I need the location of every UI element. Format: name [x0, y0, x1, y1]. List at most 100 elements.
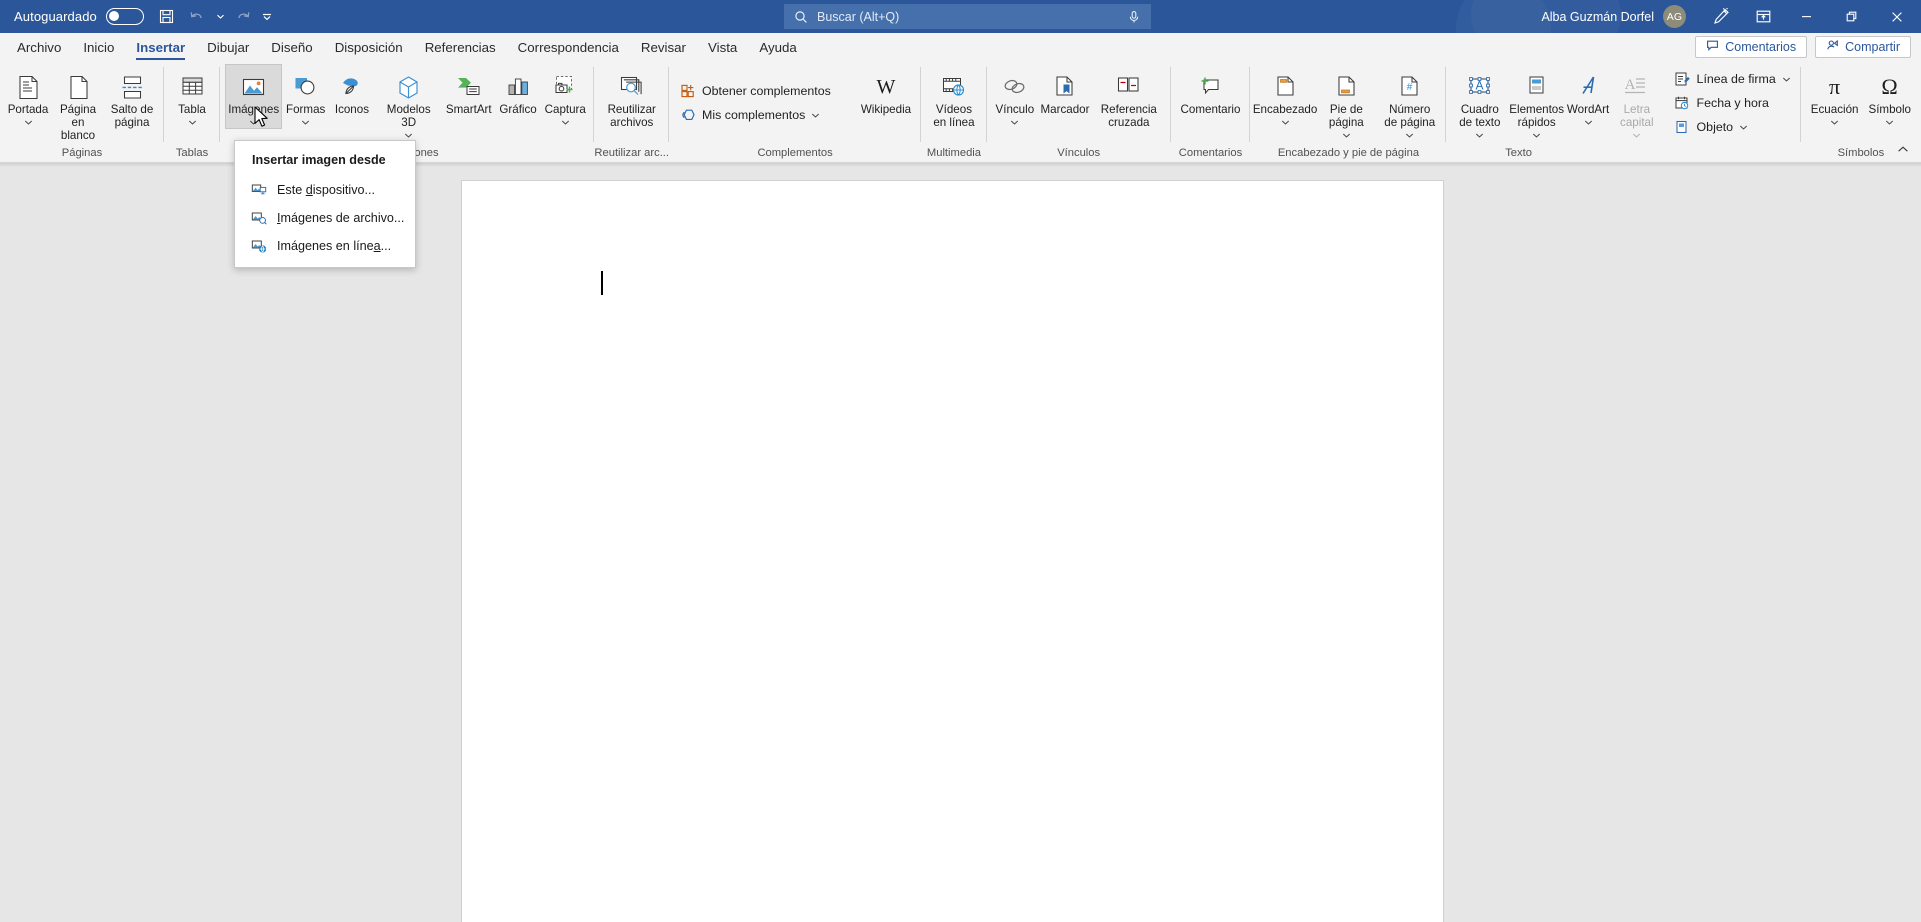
online-video-icon	[939, 68, 968, 102]
elementos-rapidos-label: Elementos rápidos	[1509, 103, 1565, 130]
autosave-toggle[interactable]: Autoguardado	[10, 4, 152, 30]
save-icon[interactable]	[152, 3, 182, 31]
linea-de-firma-chevron-down-icon[interactable]	[1782, 72, 1791, 86]
portada-chevron-down-icon[interactable]	[24, 117, 33, 128]
equation-icon: π	[1820, 68, 1849, 102]
modelos-3d-button[interactable]: Modelos 3D	[375, 64, 443, 142]
encabezado-chevron-down-icon[interactable]	[1281, 117, 1290, 128]
vinculo-button[interactable]: Vínculo	[992, 64, 1038, 129]
qat-more-chevron-down-icon[interactable]	[259, 11, 276, 23]
cuadro-de-texto-button[interactable]: A Cuadro de texto	[1451, 64, 1508, 142]
iconos-button[interactable]: Iconos	[329, 64, 375, 117]
comments-button[interactable]: Comentarios	[1695, 36, 1808, 58]
ribbon-group-vinculos: Vínculo Marcador Referencia cruzada Vínc…	[987, 61, 1171, 162]
salto-de-pagina-button[interactable]: Salto de página	[105, 64, 159, 130]
marcador-button[interactable]: Marcador	[1038, 64, 1092, 117]
formas-chevron-down-icon[interactable]	[301, 117, 310, 128]
tab-vista[interactable]: Vista	[697, 33, 748, 61]
undo-chevron-down-icon[interactable]	[212, 12, 229, 21]
picture-stock-icon	[251, 210, 267, 226]
menu-item-imagenes-de-archivo[interactable]: Imágenes de archivo...	[235, 204, 415, 232]
tab-correspondencia[interactable]: Correspondencia	[507, 33, 630, 61]
numero-de-pagina-chevron-down-icon[interactable]	[1405, 130, 1414, 141]
tab-inicio[interactable]: Inicio	[72, 33, 125, 61]
tab-disposicion[interactable]: Disposición	[324, 33, 414, 61]
elementos-rapidos-button[interactable]: Elementos rápidos	[1508, 64, 1565, 142]
document-canvas[interactable]	[0, 163, 1921, 922]
imagenes-button[interactable]: Imágenes	[225, 64, 283, 130]
encabezado-button[interactable]: Encabezado	[1253, 64, 1317, 129]
simbolo-chevron-down-icon[interactable]	[1885, 117, 1894, 128]
autosave-switch[interactable]	[105, 8, 144, 25]
elementos-rapidos-chevron-down-icon[interactable]	[1532, 130, 1541, 141]
smartart-button[interactable]: SmartArt	[443, 64, 496, 117]
imagenes-chevron-down-icon[interactable]	[249, 117, 258, 128]
document-page[interactable]	[461, 180, 1444, 922]
tabla-button[interactable]: Tabla	[169, 64, 215, 129]
restore-icon[interactable]	[1829, 0, 1874, 33]
menu-item-imagenes-en-linea[interactable]: Imágenes en línea...	[235, 232, 415, 260]
group-label-reutilizar: Reutilizar arc...	[594, 147, 670, 159]
tab-revisar[interactable]: Revisar	[630, 33, 697, 61]
simbolo-label: Símbolo	[1868, 103, 1911, 116]
ecuacion-chevron-down-icon[interactable]	[1830, 117, 1839, 128]
formas-button[interactable]: Formas	[282, 64, 329, 129]
letra-capital-button[interactable]: A Letra capital	[1611, 64, 1662, 142]
tab-insertar[interactable]: Insertar	[125, 33, 196, 61]
vinculo-chevron-down-icon[interactable]	[1010, 117, 1019, 128]
tab-archivo[interactable]: Archivo	[6, 33, 72, 61]
tabla-label: Tabla	[178, 103, 206, 116]
close-icon[interactable]	[1874, 0, 1919, 33]
referencia-cruzada-button[interactable]: Referencia cruzada	[1092, 64, 1165, 130]
ecuacion-button[interactable]: π Ecuación	[1806, 64, 1864, 129]
pie-de-pagina-chevron-down-icon[interactable]	[1342, 130, 1351, 141]
search-box[interactable]	[784, 4, 1151, 29]
grafico-button[interactable]: Gráfico	[495, 64, 541, 117]
share-button[interactable]: Compartir	[1815, 36, 1911, 58]
pie-de-pagina-button[interactable]: Pie de página	[1315, 64, 1378, 142]
header-icon	[1271, 68, 1300, 102]
mis-complementos-button[interactable]: Mis complementos	[674, 103, 836, 127]
wikipedia-label: Wikipedia	[860, 103, 912, 116]
comentario-button[interactable]: Comentario	[1176, 64, 1246, 117]
objeto-button[interactable]: Objeto	[1669, 115, 1796, 139]
collapse-ribbon-button[interactable]	[1893, 140, 1913, 158]
captura-button[interactable]: Captura	[541, 64, 589, 129]
letra-capital-chevron-down-icon[interactable]	[1632, 130, 1641, 141]
undo-icon[interactable]	[182, 3, 212, 31]
wordart-chevron-down-icon[interactable]	[1584, 117, 1593, 128]
microphone-icon[interactable]	[1127, 10, 1141, 24]
tab-diseno[interactable]: Diseño	[260, 33, 323, 61]
tabla-chevron-down-icon[interactable]	[188, 117, 197, 128]
page-break-icon	[118, 68, 147, 102]
menu-item-este-dispositivo[interactable]: Este dispositivo...	[235, 176, 415, 204]
wikipedia-button[interactable]: W Wikipedia	[856, 64, 916, 117]
marcador-label: Marcador	[1040, 103, 1090, 116]
simbolo-button[interactable]: Ω Símbolo	[1863, 64, 1916, 129]
pen-draw-icon[interactable]	[1700, 0, 1742, 33]
linea-de-firma-button[interactable]: Línea de firma	[1669, 67, 1796, 91]
redo-icon[interactable]	[229, 3, 259, 31]
mis-complementos-chevron-down-icon[interactable]	[811, 108, 820, 122]
cuadro-de-texto-chevron-down-icon[interactable]	[1475, 130, 1484, 141]
ribbon-group-complementos: Obtener complementos Mis complementos W …	[669, 61, 922, 162]
videos-en-linea-button[interactable]: Vídeos en línea	[926, 64, 982, 130]
objeto-chevron-down-icon[interactable]	[1739, 120, 1748, 134]
avatar[interactable]: AG	[1663, 5, 1686, 28]
portada-button[interactable]: Portada	[5, 64, 51, 129]
wordart-button[interactable]: WordArt	[1565, 64, 1611, 129]
pagina-en-blanco-button[interactable]: Página en blanco	[51, 64, 105, 144]
tab-dibujar[interactable]: Dibujar	[196, 33, 260, 61]
minimize-icon[interactable]	[1784, 0, 1829, 33]
obtener-complementos-button[interactable]: Obtener complementos	[674, 79, 836, 103]
comment-icon	[1706, 39, 1719, 55]
numero-de-pagina-button[interactable]: # Número de página	[1378, 64, 1441, 142]
tab-referencias[interactable]: Referencias	[414, 33, 507, 61]
captura-chevron-down-icon[interactable]	[561, 117, 570, 128]
search-input[interactable]	[817, 9, 1118, 24]
fecha-y-hora-button[interactable]: Fecha y hora	[1669, 91, 1796, 115]
share-label: Compartir	[1845, 40, 1900, 54]
reutilizar-archivos-button[interactable]: Reutilizar archivos	[599, 64, 664, 130]
ribbon-display-options-icon[interactable]	[1742, 0, 1784, 33]
tab-ayuda[interactable]: Ayuda	[748, 33, 807, 61]
